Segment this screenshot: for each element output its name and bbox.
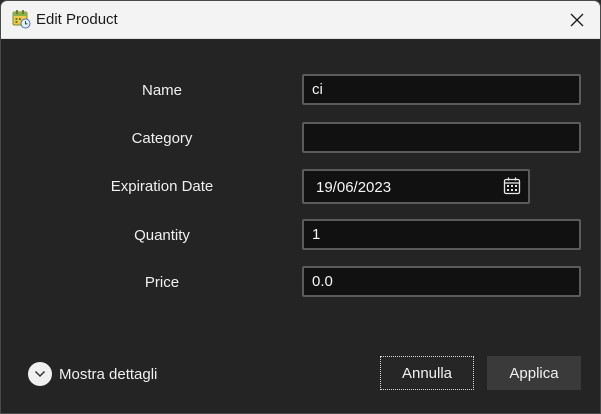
- calendar-icon[interactable]: [502, 176, 522, 196]
- close-button[interactable]: [554, 1, 600, 38]
- details-toggle-button[interactable]: [28, 362, 52, 386]
- expiration-date-value: 19/06/2023: [316, 179, 392, 196]
- category-input[interactable]: [302, 122, 581, 153]
- title-bar: Edit Product: [1, 1, 600, 39]
- quantity-label: Quantity: [134, 227, 190, 244]
- name-input[interactable]: [302, 74, 581, 105]
- calendar-clock-icon: [12, 10, 31, 29]
- apply-button[interactable]: Applica: [487, 356, 581, 390]
- chevron-down-icon: [34, 370, 46, 378]
- expiration-date-label: Expiration Date: [110, 178, 214, 195]
- show-details-toggle[interactable]: Mostra dettagli: [28, 360, 157, 388]
- show-details-label: Mostra dettagli: [59, 365, 158, 383]
- edit-product-dialog: Edit Product Name Category Expiration Da…: [0, 0, 601, 414]
- price-input[interactable]: [302, 266, 581, 297]
- quantity-input[interactable]: [302, 219, 581, 250]
- name-label: Name: [141, 82, 182, 99]
- expiration-date-picker[interactable]: 19/06/2023: [302, 169, 530, 204]
- category-label: Category: [131, 130, 193, 147]
- close-icon: [570, 13, 584, 26]
- window-title: Edit Product: [36, 11, 118, 28]
- price-label: Price: [144, 274, 180, 291]
- cancel-button[interactable]: Annulla: [380, 356, 474, 390]
